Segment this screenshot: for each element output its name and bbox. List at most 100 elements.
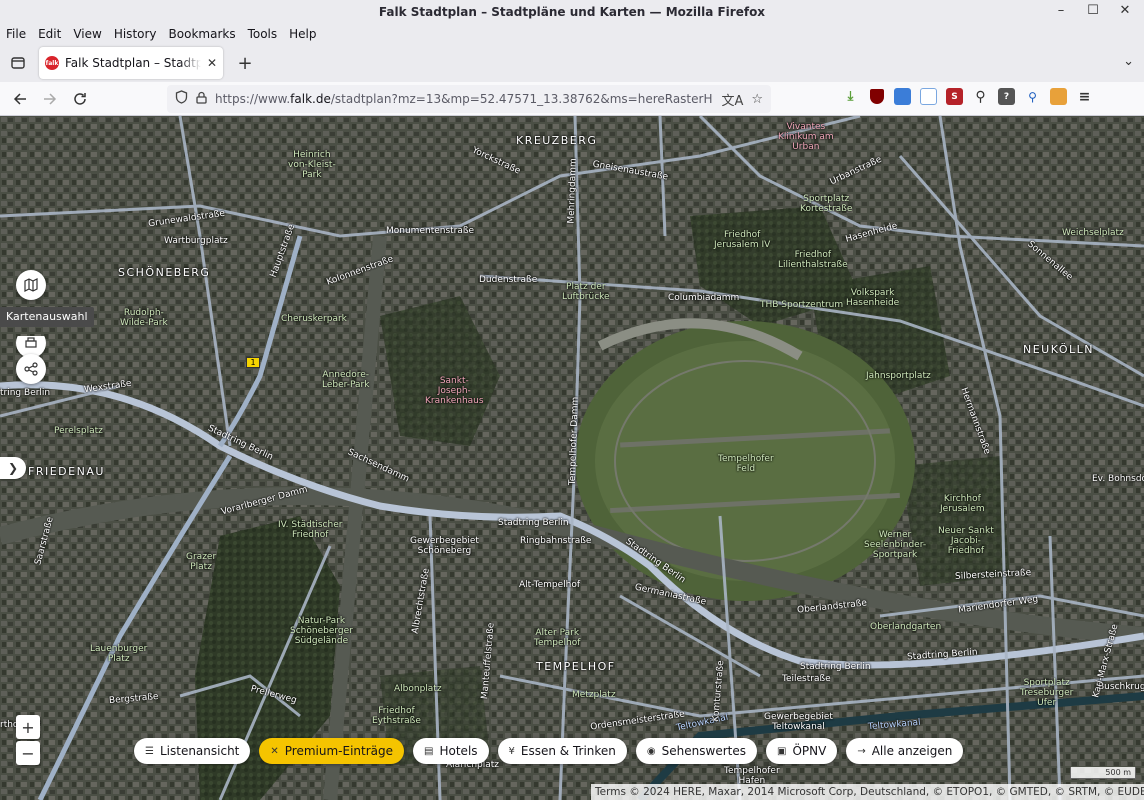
document-icon[interactable]: [920, 88, 937, 105]
menu-view[interactable]: View: [73, 27, 101, 41]
maximize-button[interactable]: ☐: [1084, 3, 1102, 18]
map-label: Friedhof Lilienthalstraße: [778, 250, 848, 270]
extension-toolbar: ⤓ S ⚲ ? ⚲ ≡: [842, 88, 1093, 105]
extension-icon-blue[interactable]: [894, 88, 911, 105]
chip-label: Essen & Trinken: [520, 744, 616, 758]
map-label: Sankt- Joseph- Krankenhaus: [425, 376, 484, 406]
map-label: THB Sportzentrum: [760, 300, 844, 310]
district-label-friedenau: FRIEDENAU: [28, 465, 105, 478]
hamburger-menu-icon[interactable]: ≡: [1076, 88, 1093, 105]
zoom-out-button[interactable]: −: [16, 741, 40, 765]
highway-shield-icon: 1: [246, 357, 260, 368]
extension-icon-red[interactable]: S: [946, 88, 963, 105]
tab-falk-stadtplan[interactable]: falk Falk Stadtplan – Stadtpläne und Kar…: [39, 47, 223, 79]
map-label: Albonplatz: [394, 684, 442, 694]
map-label: Kirchhof Jerusalem: [940, 494, 985, 514]
scale-bar: 500 m: [1070, 767, 1136, 779]
map-label: Wartburgplatz: [164, 236, 228, 246]
map-label: Gewerbegebiet Teltowkanal: [764, 712, 833, 732]
hotel-icon: ▤: [424, 745, 434, 757]
tab-bar: falk Falk Stadtplan – Stadtpläne und Kar…: [0, 44, 1144, 82]
print-icon: [25, 337, 37, 348]
window-title: Falk Stadtplan – Stadtpläne und Karten —…: [378, 5, 766, 19]
shield-icon[interactable]: [175, 90, 188, 108]
map-selection-button[interactable]: [16, 270, 46, 300]
map-label: Vivantes Klinikum am Urban: [778, 122, 834, 152]
search-icon[interactable]: ⚲: [1024, 88, 1041, 105]
menu-bookmarks[interactable]: Bookmarks: [169, 27, 236, 41]
chip-sehenswertes[interactable]: ◉ Sehenswertes: [635, 738, 757, 764]
menu-file[interactable]: File: [6, 27, 26, 41]
map-label: Oberlandgarten: [870, 622, 942, 632]
chip-label: Listenansicht: [159, 744, 240, 758]
window-titlebar: Falk Stadtplan – Stadtpläne und Karten —…: [0, 0, 1144, 24]
back-arrow-icon: [13, 92, 26, 105]
puzzle-icon[interactable]: ⚲: [972, 88, 989, 105]
map-label: Tempelhofer Hafen: [724, 766, 780, 786]
chip-label: Alle anzeigen: [871, 744, 953, 758]
bus-icon: ▣: [776, 745, 787, 757]
district-label-schoeneberg: SCHÖNEBERG: [118, 266, 211, 279]
camera-icon: ◉: [646, 745, 656, 757]
map-label: Lauenburger Platz: [90, 644, 148, 664]
map-label: Ringbahnstraße: [520, 536, 592, 546]
forward-button[interactable]: [35, 84, 65, 114]
map-label: IV. Städtischer Friedhof: [278, 520, 343, 540]
chip-alle-anzeigen[interactable]: → Alle anzeigen: [846, 738, 964, 764]
map-label: Jahnsportplatz: [866, 371, 931, 381]
url-text[interactable]: https://www.falk.de/stadtplan?mz=13&mp=5…: [215, 92, 713, 106]
back-button[interactable]: [5, 84, 35, 114]
map-view[interactable]: KREUZBERG SCHÖNEBERG NEUKÖLLN FRIEDENAU …: [0, 116, 1144, 800]
map-label: Perelsplatz: [54, 426, 103, 436]
share-button[interactable]: [16, 354, 46, 384]
menu-history[interactable]: History: [114, 27, 157, 41]
map-label: Metzplatz: [572, 690, 616, 700]
zoom-in-button[interactable]: +: [16, 715, 40, 739]
firefox-view-icon: [11, 57, 25, 69]
share-icon: [24, 362, 38, 376]
map-attribution[interactable]: Terms © 2024 HERE, Maxar, 2014 Microsoft…: [591, 784, 1144, 800]
menu-bar: File Edit View History Bookmarks Tools H…: [0, 24, 1144, 44]
menu-tools[interactable]: Tools: [248, 27, 278, 41]
extension-icon-orange[interactable]: [1050, 88, 1067, 105]
list-icon: ☰: [145, 745, 154, 757]
chevron-right-icon: ❯: [7, 461, 19, 475]
chip-listenansicht[interactable]: ☰ Listenansicht: [134, 738, 251, 764]
map-label: Tempelhofer Feld: [718, 454, 774, 474]
map-label: Ev. Bohnsdorf: [1092, 474, 1144, 484]
firefox-view-button[interactable]: [2, 47, 34, 79]
close-window-button[interactable]: ✕: [1116, 3, 1134, 18]
minimize-button[interactable]: –: [1052, 3, 1070, 18]
ublock-icon[interactable]: [868, 88, 885, 105]
map-label: Columbiadamm: [668, 293, 740, 303]
bookmark-star-icon[interactable]: ☆: [751, 92, 763, 107]
chip-essen-trinken[interactable]: ¥ Essen & Trinken: [497, 738, 627, 764]
map-label: Alt-Tempelhof: [519, 580, 581, 590]
chip-oepnv[interactable]: ▣ ÖPNV: [765, 738, 838, 764]
menu-help[interactable]: Help: [289, 27, 316, 41]
chip-hotels[interactable]: ▤ Hotels: [413, 738, 489, 764]
lock-icon[interactable]: [196, 91, 207, 108]
extension-icon-gray[interactable]: ?: [998, 88, 1015, 105]
fork-knife-icon: ¥: [508, 745, 515, 757]
map-label: Gewerbegebiet Schöneberg: [410, 536, 479, 556]
menu-edit[interactable]: Edit: [38, 27, 61, 41]
chip-premium-eintraege[interactable]: ✕ Premium-Einträge: [259, 738, 405, 764]
map-label: Annedore- Leber-Park: [322, 370, 370, 390]
arrow-right-icon: →: [857, 745, 866, 757]
new-tab-button[interactable]: +: [231, 49, 259, 77]
category-chip-bar: ☰ Listenansicht ✕ Premium-Einträge ▤ Hot…: [134, 738, 964, 764]
tab-list-chevron-icon[interactable]: ⌄: [1123, 54, 1134, 69]
download-icon[interactable]: ⤓: [842, 88, 859, 105]
chip-label: Premium-Einträge: [284, 744, 394, 758]
map-label: Rudolph- Wilde-Park: [120, 308, 168, 328]
tab-close-icon[interactable]: ✕: [207, 56, 217, 70]
map-label: Friedhof Eythstraße: [372, 706, 421, 726]
close-icon: ✕: [270, 745, 279, 757]
map-label: Stadtring Berlin: [800, 662, 871, 672]
reload-button[interactable]: [65, 84, 95, 114]
url-bar[interactable]: https://www.falk.de/stadtplan?mz=13&mp=5…: [167, 85, 771, 113]
translate-icon[interactable]: 文A: [721, 90, 743, 109]
expand-sidebar-button[interactable]: ❯: [0, 457, 26, 479]
map-label: Platz der Luftbrücke: [562, 282, 610, 302]
